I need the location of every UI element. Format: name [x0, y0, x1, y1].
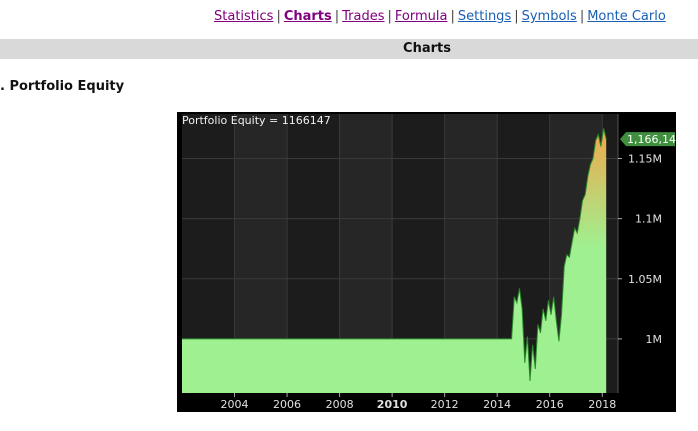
- x-tick-label: 2008: [326, 398, 354, 411]
- header-title: Charts: [403, 41, 451, 56]
- equity-chart-svg: 1M 1.05M 1.1M 1.15M 2004 2006 2008 2010 2012 2014…: [177, 112, 676, 412]
- x-tick-label: 2004: [221, 398, 249, 411]
- nav-links: Statistics | Charts | Trades | Formula | Setting…: [214, 9, 666, 24]
- chart-title: Portfolio Equity = 1166147: [182, 114, 331, 127]
- nav-separator: |: [514, 9, 519, 24]
- x-tick-label: 2014: [483, 398, 511, 411]
- nav-link-charts[interactable]: Charts: [284, 9, 332, 24]
- nav-link-formula[interactable]: Formula: [395, 9, 448, 24]
- header-bar: Charts: [0, 39, 698, 59]
- y-tick-label: 1M: [646, 333, 663, 346]
- last-value-label: 1,166,14: [627, 133, 676, 146]
- nav-separator: |: [450, 9, 455, 24]
- equity-chart[interactable]: 1M 1.05M 1.1M 1.15M 2004 2006 2008 2010 2012 2014…: [177, 112, 676, 412]
- nav-separator: |: [579, 9, 585, 24]
- x-tick-label: 2010: [377, 398, 408, 411]
- nav-link-symbols[interactable]: Symbols: [522, 9, 577, 24]
- section-title: . Portfolio Equity: [0, 79, 125, 94]
- nav-link-settings[interactable]: Settings: [458, 9, 511, 24]
- y-tick-label: 1.15M: [628, 152, 662, 165]
- nav-separator: |: [276, 9, 281, 24]
- y-tick-label: 1.1M: [635, 213, 662, 226]
- nav-link-monte-carlo[interactable]: Monte Carlo: [587, 9, 666, 24]
- nav-link-statistics[interactable]: Statistics: [214, 9, 273, 24]
- x-tick-label: 2006: [273, 398, 301, 411]
- x-tick-label: 2012: [431, 398, 459, 411]
- x-tick-label: 2016: [536, 398, 564, 411]
- nav-link-trades[interactable]: Trades: [342, 9, 384, 24]
- x-tick-label: 2018: [588, 398, 616, 411]
- nav-separator: |: [387, 9, 392, 24]
- y-tick-label: 1.05M: [628, 273, 662, 286]
- nav-separator: |: [334, 9, 340, 24]
